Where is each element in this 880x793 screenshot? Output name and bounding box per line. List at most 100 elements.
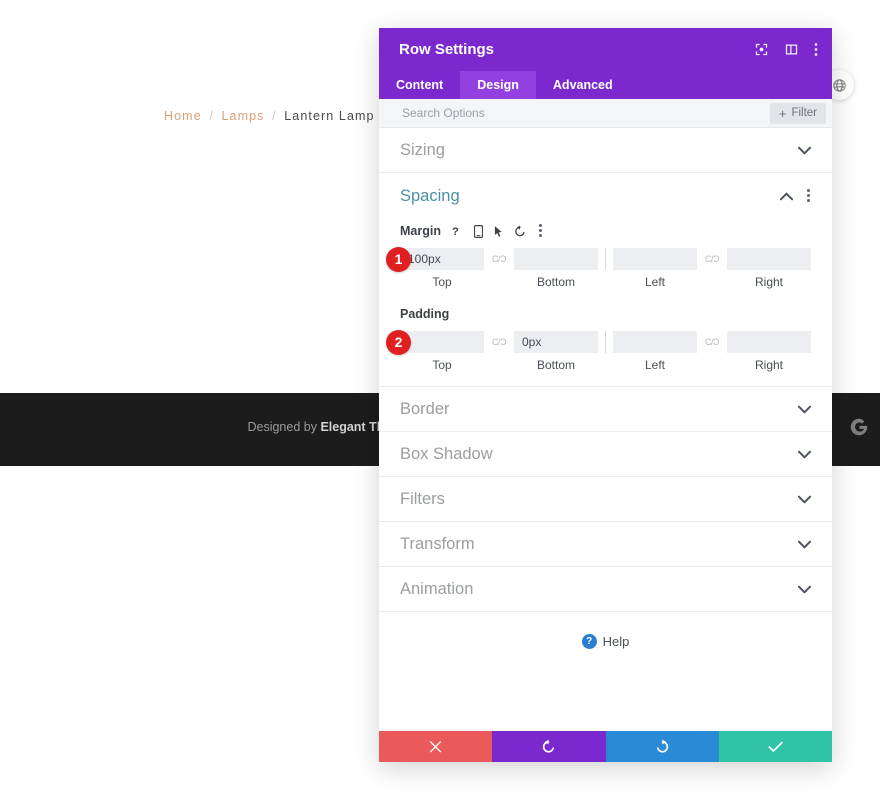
tab-content[interactable]: Content: [379, 71, 460, 99]
save-button[interactable]: [718, 731, 832, 762]
breadcrumb: Home / Lamps / Lantern Lamp: [164, 109, 375, 123]
spacing-more-options-icon[interactable]: [807, 188, 811, 204]
row-settings-modal: Row Settings Content Design Advanced + F…: [379, 28, 832, 762]
modal-header: Row Settings: [379, 28, 832, 71]
expand-icon[interactable]: [754, 42, 769, 57]
section-sizing[interactable]: Sizing: [379, 128, 832, 173]
annotation-badge-2: 2: [386, 329, 411, 355]
margin-right-input[interactable]: [727, 248, 811, 270]
modal-footer: [379, 731, 832, 762]
margin-divider: [605, 248, 606, 270]
filter-button[interactable]: + Filter: [769, 102, 826, 124]
close-icon: [429, 741, 442, 753]
help-icon: ?: [581, 634, 597, 649]
padding-left-cell: [613, 331, 697, 353]
margin-top-input[interactable]: [400, 248, 484, 270]
section-spacing: Spacing Margin ? 1 100px C/Ɔ C/Ɔ Top Bot…: [379, 173, 832, 387]
padding-left-input[interactable]: [613, 331, 697, 353]
cancel-button[interactable]: [379, 731, 493, 762]
section-border-label: Border: [400, 399, 450, 418]
undo-icon: [543, 739, 555, 753]
padding-right-cell: [727, 331, 811, 353]
redo-icon: [656, 739, 668, 753]
margin-left-input[interactable]: [613, 248, 697, 270]
redo-button[interactable]: [605, 731, 719, 762]
chevron-down-icon[interactable]: [798, 540, 811, 549]
chevron-up-icon[interactable]: [780, 192, 793, 201]
section-spacing-label: Spacing: [400, 186, 460, 205]
section-box-shadow-label: Box Shadow: [400, 444, 493, 463]
margin-captions: Top Bottom Left Right: [400, 275, 811, 289]
section-animation[interactable]: Animation: [379, 567, 832, 612]
help-link[interactable]: ? Help: [379, 612, 832, 649]
section-spacing-header[interactable]: Spacing: [379, 173, 832, 219]
annotation-badge-1: 1: [386, 246, 411, 272]
svg-text:?: ?: [452, 226, 459, 238]
section-filters-label: Filters: [400, 489, 445, 508]
margin-right-cell: [727, 248, 811, 270]
margin-top-bottom-group: C/Ɔ: [400, 248, 598, 270]
padding-left-right-link-icon[interactable]: C/Ɔ: [697, 337, 727, 347]
margin-label: Margin: [400, 224, 441, 238]
section-transform-label: Transform: [400, 534, 475, 553]
margin-field-group: Margin ? 1 100px C/Ɔ C/Ɔ Top Bottom Left…: [379, 219, 832, 372]
tab-advanced[interactable]: Advanced: [536, 71, 630, 99]
chevron-down-icon[interactable]: [798, 585, 811, 594]
padding-top-input[interactable]: [400, 331, 484, 353]
padding-bottom-cell: [514, 331, 598, 353]
margin-top-caption: Top: [432, 275, 452, 289]
chevron-down-icon[interactable]: [798, 146, 811, 155]
margin-bottom-cell: [514, 248, 598, 270]
tab-design[interactable]: Design: [460, 71, 536, 99]
margin-bottom-input[interactable]: [514, 248, 598, 270]
margin-right-caption: Right: [754, 275, 783, 289]
margin-label-row: Margin ?: [400, 219, 811, 243]
chevron-down-icon[interactable]: [798, 450, 811, 459]
responsive-icon[interactable]: [473, 224, 483, 238]
section-animation-label: Animation: [400, 579, 474, 598]
section-border[interactable]: Border: [379, 387, 832, 432]
check-icon: [768, 741, 783, 753]
margin-bottom-caption: Bottom: [536, 275, 575, 289]
reset-icon[interactable]: [514, 225, 526, 238]
footer-credit-prefix: Designed by: [247, 420, 321, 434]
section-transform[interactable]: Transform: [379, 522, 832, 567]
margin-left-right-link-icon[interactable]: C/Ɔ: [697, 254, 727, 264]
margin-left-cell: [613, 248, 697, 270]
chevron-down-icon[interactable]: [798, 405, 811, 414]
section-filters[interactable]: Filters: [379, 477, 832, 522]
breadcrumb-item-home[interactable]: Home: [164, 109, 202, 123]
more-options-icon[interactable]: [814, 42, 818, 57]
modal-header-icons: [754, 42, 818, 57]
hover-cursor-icon[interactable]: [494, 225, 503, 238]
padding-left-right-group: C/Ɔ: [613, 331, 811, 353]
modal-title: Row Settings: [399, 41, 495, 58]
breadcrumb-item-lamps[interactable]: Lamps: [221, 109, 264, 123]
padding-top-cell: [400, 331, 484, 353]
undo-button[interactable]: [492, 731, 606, 762]
padding-top-bottom-link-icon[interactable]: C/Ɔ: [484, 337, 514, 347]
margin-more-options-icon[interactable]: [538, 223, 543, 239]
help-label: Help: [602, 634, 630, 649]
chevron-down-icon[interactable]: [798, 495, 811, 504]
margin-left-caption: Left: [644, 275, 665, 289]
breadcrumb-separator: /: [272, 109, 277, 123]
padding-label: Padding: [400, 307, 450, 321]
padding-bottom-input[interactable]: [514, 331, 598, 353]
margin-left-right-group: C/Ɔ: [613, 248, 811, 270]
breadcrumb-item-current: Lantern Lamp: [284, 109, 375, 123]
padding-top-bottom-group: C/Ɔ: [400, 331, 598, 353]
search-bar: + Filter: [379, 99, 832, 128]
padding-right-input[interactable]: [727, 331, 811, 353]
google-icon[interactable]: [848, 416, 870, 438]
margin-top-bottom-link-icon[interactable]: C/Ɔ: [484, 254, 514, 264]
padding-bottom-caption: Bottom: [536, 358, 575, 372]
search-input[interactable]: [400, 105, 770, 121]
section-sizing-label: Sizing: [400, 140, 445, 159]
section-box-shadow[interactable]: Box Shadow: [379, 432, 832, 477]
breadcrumb-separator: /: [209, 109, 214, 123]
help-icon[interactable]: ?: [452, 225, 463, 238]
layout-toggle-icon[interactable]: [784, 42, 799, 57]
padding-inputs-row: 2 C/Ɔ C/Ɔ: [386, 329, 811, 355]
margin-inputs-row: 1 C/Ɔ C/Ɔ: [386, 246, 811, 272]
